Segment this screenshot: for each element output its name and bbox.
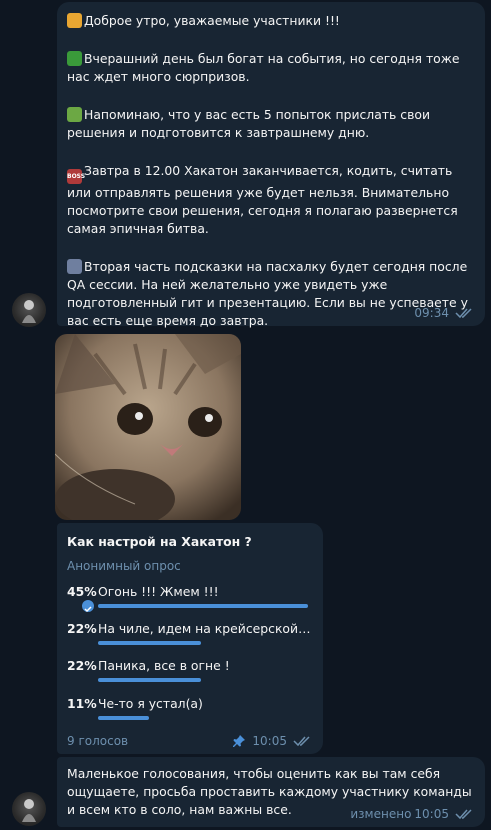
message-meta: 10:05 bbox=[232, 734, 313, 748]
message-bubble[interactable]: Доброе утро, уважаемые участники !!! Вче… bbox=[57, 2, 485, 328]
message-paragraph: Доброе утро, уважаемые участники !!! bbox=[67, 12, 475, 30]
double-check-icon bbox=[293, 736, 310, 747]
message-time: 10:05 bbox=[252, 734, 287, 748]
sun-icon bbox=[67, 13, 82, 28]
message-bubble[interactable]: Маленькое голосования, чтобы оценить как… bbox=[57, 757, 485, 827]
poll-option-percent: 11% bbox=[67, 696, 97, 711]
message-paragraph: Вчерашний день был богат на события, но … bbox=[67, 51, 460, 84]
poll-option-text: Огонь !!! Жмем !!! bbox=[98, 584, 219, 599]
poll-type: Анонимный опрос bbox=[67, 559, 181, 573]
boss-icon: BOSS bbox=[67, 169, 85, 184]
money-icon bbox=[67, 107, 82, 122]
message-time: 10:05 bbox=[414, 807, 449, 821]
poll-option-percent: 45% bbox=[67, 584, 97, 599]
poll-card: Как настрой на Хакатон ? Анонимный опрос… bbox=[57, 523, 323, 754]
poll-option-text: Че-то я устал(а) bbox=[98, 696, 203, 711]
avatar[interactable] bbox=[12, 792, 46, 826]
poll-option-bar bbox=[98, 716, 149, 720]
check-icon bbox=[81, 599, 95, 613]
message-paragraph: Напоминаю, что у вас есть 5 попыток прис… bbox=[67, 107, 431, 140]
poll-option-bar bbox=[98, 641, 201, 645]
poll-option-text: Паника, все в огне ! bbox=[98, 658, 230, 673]
poll-option-percent: 22% bbox=[67, 658, 97, 673]
double-check-icon bbox=[455, 308, 472, 319]
message-meta: изменено 10:05 bbox=[350, 807, 475, 821]
poll-option-bar bbox=[98, 678, 201, 682]
message-time: 09:34 bbox=[414, 306, 449, 320]
poll-option-percent: 22% bbox=[67, 621, 97, 636]
pin-icon[interactable] bbox=[232, 734, 246, 748]
poll-option-bar bbox=[98, 604, 308, 608]
message-meta: 09:34 bbox=[414, 306, 475, 320]
cat-image bbox=[55, 334, 241, 520]
frog-icon bbox=[67, 51, 82, 66]
poll-votes[interactable]: 9 голосов bbox=[67, 734, 128, 748]
message-paragraph: BOSSЗавтра в 12.00 Хакатон заканчивается… bbox=[67, 163, 458, 236]
lightbulb-icon bbox=[67, 259, 82, 274]
avatar-image bbox=[22, 799, 36, 822]
avatar[interactable] bbox=[12, 293, 46, 327]
poll-question: Как настрой на Хакатон ? bbox=[67, 534, 252, 549]
avatar-image bbox=[22, 300, 36, 323]
double-check-icon bbox=[455, 809, 472, 820]
poll-option-text: На чиле, идем на крейсерской скорости bbox=[98, 621, 312, 636]
cat-photo[interactable] bbox=[55, 334, 241, 520]
edited-label: изменено bbox=[350, 807, 412, 821]
